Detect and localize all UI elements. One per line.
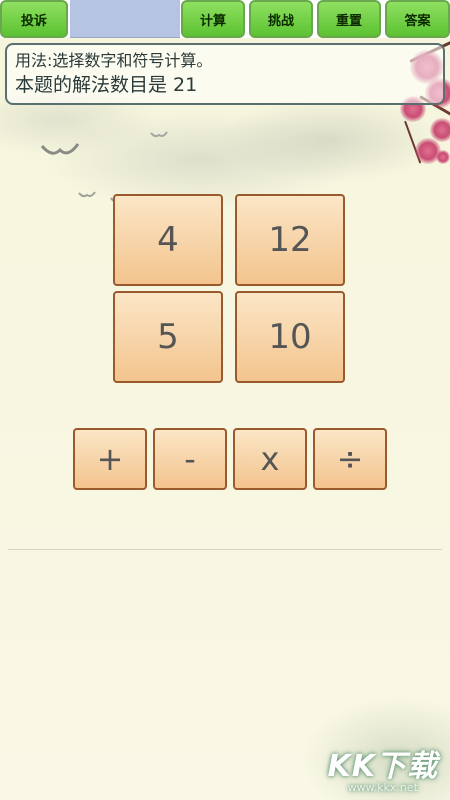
usage-text: 用法:选择数字和符号计算。 xyxy=(15,51,213,70)
watermark: KK下载 www.kkx.net xyxy=(328,741,439,794)
reset-button[interactable]: 重置 xyxy=(317,0,381,38)
bird-icon xyxy=(40,143,80,155)
instructions-panel: 用法:选择数字和符号计算。 本题的解法数目是 21 xyxy=(5,43,445,105)
solutions-count-text: 本题的解法数目是 21 xyxy=(15,74,198,96)
challenge-button[interactable]: 挑战 xyxy=(249,0,313,38)
number-tile[interactable]: 4 xyxy=(113,194,223,286)
divide-button[interactable]: ÷ xyxy=(313,428,387,490)
number-tile[interactable]: 12 xyxy=(235,194,345,286)
toolbar-spacer xyxy=(70,0,180,38)
number-tile[interactable]: 5 xyxy=(113,291,223,383)
watermark-logo: KK下载 xyxy=(327,749,438,784)
plus-button[interactable]: + xyxy=(73,428,147,490)
number-tile[interactable]: 10 xyxy=(235,291,345,383)
bird-icon xyxy=(150,131,168,138)
ink-painting-background xyxy=(0,0,450,800)
complain-button[interactable]: 投诉 xyxy=(0,0,68,38)
calculate-button[interactable]: 计算 xyxy=(181,0,245,38)
answer-button[interactable]: 答案 xyxy=(385,0,450,38)
multiply-button[interactable]: x xyxy=(233,428,307,490)
minus-button[interactable]: - xyxy=(153,428,227,490)
divider xyxy=(8,549,442,550)
top-toolbar: 投诉 计算 挑战 重置 答案 xyxy=(0,0,450,38)
bird-icon xyxy=(78,191,96,198)
